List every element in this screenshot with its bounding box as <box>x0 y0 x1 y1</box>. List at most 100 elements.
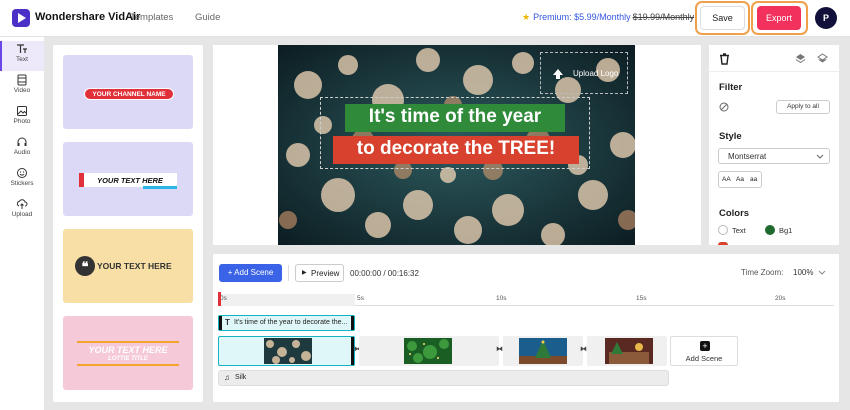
layer-up-icon[interactable] <box>795 53 806 64</box>
upload-icon <box>16 199 28 209</box>
no-filter-icon[interactable] <box>719 102 729 112</box>
tick-label: 15s <box>636 295 647 302</box>
chevron-down-icon[interactable] <box>818 270 826 276</box>
avatar[interactable]: P <box>815 7 837 29</box>
sidebar-item-label: Audio <box>13 149 31 156</box>
music-note-icon: ♫ <box>224 373 230 382</box>
template-text-here-1[interactable]: YOUR TEXT HERE <box>63 142 193 216</box>
scene-thumbnail <box>404 338 452 364</box>
template-text: YOUR TEXT HERE <box>88 345 168 355</box>
sidebar-item-photo[interactable]: Photo <box>0 103 44 133</box>
star-icon: ★ <box>522 12 531 22</box>
template-text-here-2[interactable]: ❝ YOUR TEXT HERE <box>63 229 193 303</box>
quote-icon: ❝ <box>75 256 95 276</box>
premium-old-price: $19.99/Monthly <box>632 12 695 22</box>
sidebar-item-label: Video <box>13 87 31 94</box>
nav-guide[interactable]: Guide <box>195 12 220 23</box>
time-zoom-value[interactable]: 100% <box>793 268 813 277</box>
font-value: Montserrat <box>728 152 767 161</box>
export-button[interactable]: Export <box>757 6 801 30</box>
text-clip[interactable]: T It's time of the year to decorate the.… <box>218 315 355 331</box>
text-case-options: AA Aa aa <box>718 171 762 188</box>
play-icon: ▶ <box>302 270 307 276</box>
sidebar-item-label: Text <box>16 56 28 63</box>
sidebar-item-audio[interactable]: Audio <box>0 134 44 164</box>
preview-button[interactable]: ▶ Preview <box>295 264 344 282</box>
chevron-down-icon <box>816 154 824 159</box>
nav-templates[interactable]: Templates <box>130 12 173 23</box>
playhead[interactable] <box>218 292 221 306</box>
left-sidebar: Text Video Photo Audio Stickers Upload <box>0 37 45 410</box>
sidebar-item-upload[interactable]: Upload <box>0 196 44 226</box>
headphones-icon <box>17 137 27 146</box>
sidebar-item-label: Upload <box>11 211 33 218</box>
brand-name: Wondershare VidAir <box>35 11 141 23</box>
add-scene-tile-label: Add Scene <box>685 354 723 363</box>
scene-clip-1[interactable] <box>218 336 355 366</box>
timeline-panel: + Add Scene ▶ Preview 00:00:00 / 00:16:3… <box>213 254 839 402</box>
style-title: Style <box>719 131 742 142</box>
text-color-swatch[interactable] <box>718 225 728 235</box>
add-scene-tile[interactable]: + Add Scene <box>670 336 738 366</box>
divider <box>288 265 289 281</box>
plus-icon: + <box>700 341 710 351</box>
app-logo-icon <box>12 9 30 27</box>
bg1-color-swatch[interactable] <box>765 225 775 235</box>
sidebar-item-label: Photo <box>13 118 31 125</box>
template-text: YOUR TEXT HERE <box>97 176 163 185</box>
photo-icon <box>17 106 27 116</box>
audio-clip[interactable]: ♫ Silk <box>218 370 669 386</box>
bg1-color-label: Bg1 <box>779 226 793 235</box>
top-bar: Wondershare VidAir Templates Guide ★ Prem… <box>0 0 850 37</box>
audio-clip-label: Silk <box>235 374 247 381</box>
title-line1[interactable]: It's time of the year <box>345 106 565 128</box>
premium-price: Premium: $5.99/Monthly <box>533 12 631 22</box>
scene-clip-2[interactable] <box>359 336 499 366</box>
sidebar-item-text[interactable]: Text <box>0 41 44 71</box>
tick-label: 5s <box>357 295 364 302</box>
template-text: YOUR TEXT HERE <box>97 261 172 271</box>
properties-panel: Filter Apply to all Style Montserrat AA … <box>709 45 839 245</box>
template-subtext: LOTTIE TITLE <box>108 356 148 362</box>
scene-clip-3[interactable] <box>503 336 583 366</box>
bg2-color-swatch[interactable] <box>718 242 728 245</box>
clip-handle-right[interactable] <box>351 316 354 330</box>
upload-logo-box[interactable]: Upload Logo <box>540 52 628 94</box>
video-preview[interactable]: Upload Logo It's time of the year to dec… <box>278 45 635 245</box>
premium-offer[interactable]: ★ Premium: $5.99/Monthly $19.99/Monthly <box>522 12 694 23</box>
case-lower[interactable]: aa <box>750 176 757 183</box>
video-icon <box>17 74 27 86</box>
text-icon <box>17 44 27 53</box>
text-color-label: Text <box>732 226 746 235</box>
template-text: YOUR CHANNEL NAME <box>92 90 166 98</box>
add-scene-button[interactable]: + Add Scene <box>219 264 282 282</box>
sidebar-item-label: Stickers <box>10 180 34 187</box>
time-ruler[interactable]: 0s 5s 10s 15s 20s <box>218 294 834 306</box>
tick-label: 10s <box>496 295 507 302</box>
scene-thumbnail <box>264 338 312 364</box>
scene-clip-4[interactable] <box>587 336 667 366</box>
text-templates-panel: YOUR CHANNEL NAME YOUR TEXT HERE ❝ YOUR … <box>53 45 203 402</box>
filter-title: Filter <box>719 82 743 93</box>
trash-icon[interactable] <box>719 53 730 65</box>
app-window: Wondershare VidAir Templates Guide ★ Prem… <box>0 0 850 410</box>
clip-handle-left[interactable] <box>219 316 222 330</box>
template-lottie-title[interactable]: YOUR TEXT HERE LOTTIE TITLE <box>63 316 193 390</box>
layer-down-icon[interactable] <box>817 53 828 64</box>
case-upper[interactable]: AA <box>722 176 731 183</box>
divider <box>709 71 839 72</box>
title-line2[interactable]: to decorate the TREE! <box>333 138 579 160</box>
tick-label: 0s <box>220 295 227 302</box>
template-channel-name[interactable]: YOUR CHANNEL NAME <box>63 55 193 129</box>
sidebar-item-video[interactable]: Video <box>0 72 44 102</box>
case-title[interactable]: Aa <box>736 176 744 183</box>
sidebar-item-stickers[interactable]: Stickers <box>0 165 44 195</box>
text-clip-label: It's time of the year to decorate the... <box>234 319 348 326</box>
save-button[interactable]: Save <box>700 6 745 30</box>
smiley-icon <box>17 168 27 178</box>
apply-to-all-button[interactable]: Apply to all <box>776 100 830 114</box>
text-clip-icon: T <box>225 318 230 327</box>
tick-label: 20s <box>775 295 786 302</box>
played-region <box>218 294 355 306</box>
font-select[interactable]: Montserrat <box>718 148 830 164</box>
